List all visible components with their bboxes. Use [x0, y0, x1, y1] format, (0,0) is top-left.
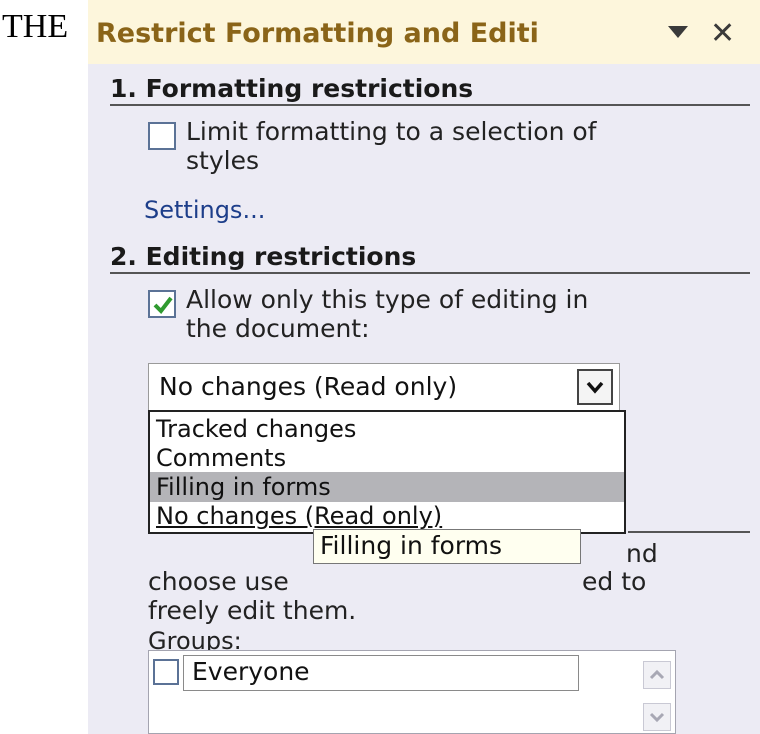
- allow-editing-label-line2: the document:: [186, 314, 370, 343]
- option-filling-in-forms[interactable]: Filling in forms: [150, 472, 624, 502]
- pane-title: Restrict Formatting and Editi: [96, 18, 539, 49]
- allow-editing-checkbox[interactable]: [148, 290, 176, 318]
- dropdown-button[interactable]: [577, 369, 613, 405]
- section-divider: [110, 272, 750, 274]
- exceptions-text-fragment-2: choose use: [148, 567, 289, 596]
- editing-type-options[interactable]: Tracked changes Comments Filling in form…: [148, 410, 626, 534]
- option-comments[interactable]: Comments: [150, 443, 624, 473]
- limit-formatting-label-line1: Limit formatting to a selection of: [186, 117, 597, 146]
- option-tooltip: Filling in forms: [313, 529, 581, 564]
- pane-title-bar: Restrict Formatting and Editi ✕: [88, 0, 760, 64]
- everyone-checkbox[interactable]: [153, 659, 179, 685]
- exceptions-text-fragment-3: ed to: [582, 567, 647, 596]
- option-no-changes[interactable]: No changes (Read only): [150, 501, 624, 531]
- checkmark-icon: [153, 296, 173, 315]
- editing-type-value: No changes (Read only): [159, 372, 458, 401]
- limit-formatting-checkbox[interactable]: [148, 122, 176, 150]
- section-divider: [628, 531, 750, 533]
- document-text: THE: [2, 8, 69, 45]
- chevron-down-icon: [586, 381, 604, 394]
- chevron-down-icon: [649, 712, 665, 723]
- formatting-restrictions-heading: 1. Formatting restrictions: [110, 74, 474, 103]
- scroll-down-button[interactable]: [643, 703, 671, 731]
- triangle-down-icon[interactable]: [668, 26, 688, 38]
- scroll-up-button[interactable]: [643, 661, 671, 689]
- close-icon[interactable]: ✕: [710, 16, 735, 51]
- exceptions-text-line3: freely edit them.: [148, 596, 357, 625]
- settings-link[interactable]: Settings...: [144, 196, 265, 224]
- chevron-up-icon: [649, 669, 665, 680]
- group-name: Everyone: [192, 657, 310, 686]
- editing-restrictions-heading: 2. Editing restrictions: [110, 242, 417, 271]
- editing-type-select[interactable]: No changes (Read only): [148, 363, 620, 411]
- limit-formatting-label-line2: styles: [186, 146, 259, 175]
- list-item[interactable]: Everyone: [183, 655, 579, 691]
- allow-editing-label-line1: Allow only this type of editing in: [186, 285, 589, 314]
- groups-list[interactable]: Everyone: [148, 650, 676, 734]
- restrict-formatting-pane: Restrict Formatting and Editi ✕ 1. Forma…: [88, 0, 760, 734]
- section-divider: [110, 104, 750, 106]
- option-tracked-changes[interactable]: Tracked changes: [150, 414, 624, 444]
